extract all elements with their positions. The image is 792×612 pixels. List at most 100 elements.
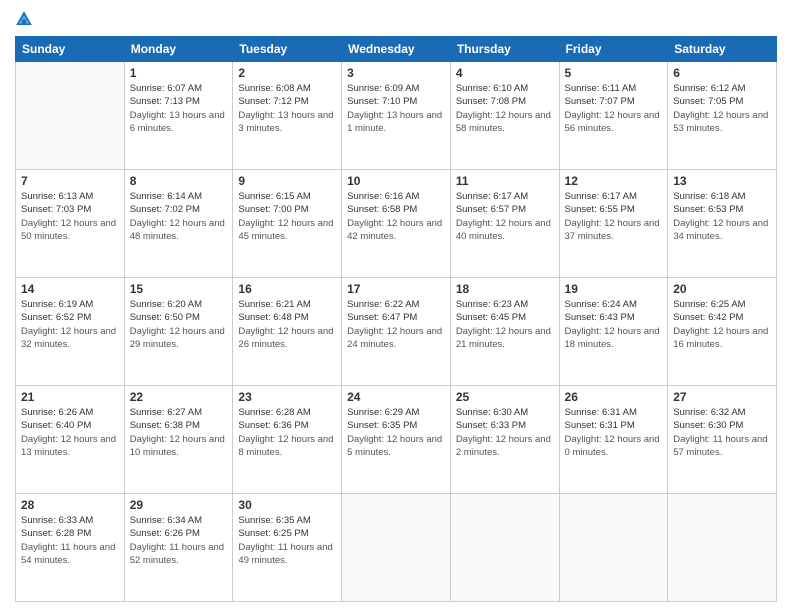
daylight: Daylight: 12 hours and 18 minutes. — [565, 326, 660, 350]
day-info: Sunrise: 6:25 AM Sunset: 6:42 PM Dayligh… — [673, 298, 771, 351]
day-number: 6 — [673, 66, 771, 80]
daylight: Daylight: 11 hours and 49 minutes. — [238, 542, 332, 566]
day-number: 1 — [130, 66, 228, 80]
daylight: Daylight: 12 hours and 29 minutes. — [130, 326, 225, 350]
day-cell: 18 Sunrise: 6:23 AM Sunset: 6:45 PM Dayl… — [450, 278, 559, 386]
header-row: SundayMondayTuesdayWednesdayThursdayFrid… — [16, 37, 777, 62]
day-cell: 23 Sunrise: 6:28 AM Sunset: 6:36 PM Dayl… — [233, 386, 342, 494]
day-info: Sunrise: 6:20 AM Sunset: 6:50 PM Dayligh… — [130, 298, 228, 351]
day-cell: 15 Sunrise: 6:20 AM Sunset: 6:50 PM Dayl… — [124, 278, 233, 386]
day-header: Saturday — [668, 37, 777, 62]
day-cell: 28 Sunrise: 6:33 AM Sunset: 6:28 PM Dayl… — [16, 494, 125, 602]
day-info: Sunrise: 6:34 AM Sunset: 6:26 PM Dayligh… — [130, 514, 228, 567]
day-info: Sunrise: 6:18 AM Sunset: 6:53 PM Dayligh… — [673, 190, 771, 243]
day-cell: 29 Sunrise: 6:34 AM Sunset: 6:26 PM Dayl… — [124, 494, 233, 602]
day-number: 12 — [565, 174, 663, 188]
sunrise: Sunrise: 6:09 AM — [347, 83, 419, 94]
day-header: Tuesday — [233, 37, 342, 62]
sunrise: Sunrise: 6:11 AM — [565, 83, 637, 94]
day-info: Sunrise: 6:24 AM Sunset: 6:43 PM Dayligh… — [565, 298, 663, 351]
day-number: 27 — [673, 390, 771, 404]
daylight: Daylight: 12 hours and 58 minutes. — [456, 110, 551, 134]
sunset: Sunset: 6:40 PM — [21, 420, 91, 431]
daylight: Daylight: 12 hours and 0 minutes. — [565, 434, 660, 458]
day-cell: 3 Sunrise: 6:09 AM Sunset: 7:10 PM Dayli… — [342, 62, 451, 170]
daylight: Daylight: 12 hours and 2 minutes. — [456, 434, 551, 458]
day-info: Sunrise: 6:13 AM Sunset: 7:03 PM Dayligh… — [21, 190, 119, 243]
day-info: Sunrise: 6:12 AM Sunset: 7:05 PM Dayligh… — [673, 82, 771, 135]
day-header: Sunday — [16, 37, 125, 62]
daylight: Daylight: 13 hours and 1 minute. — [347, 110, 442, 134]
sunset: Sunset: 6:33 PM — [456, 420, 526, 431]
day-number: 3 — [347, 66, 445, 80]
sunrise: Sunrise: 6:32 AM — [673, 407, 745, 418]
sunrise: Sunrise: 6:13 AM — [21, 191, 93, 202]
sunset: Sunset: 6:42 PM — [673, 312, 743, 323]
daylight: Daylight: 12 hours and 50 minutes. — [21, 218, 116, 242]
sunrise: Sunrise: 6:21 AM — [238, 299, 310, 310]
sunset: Sunset: 6:58 PM — [347, 204, 417, 215]
day-info: Sunrise: 6:26 AM Sunset: 6:40 PM Dayligh… — [21, 406, 119, 459]
day-header: Wednesday — [342, 37, 451, 62]
sunrise: Sunrise: 6:24 AM — [565, 299, 637, 310]
sunrise: Sunrise: 6:22 AM — [347, 299, 419, 310]
day-info: Sunrise: 6:14 AM Sunset: 7:02 PM Dayligh… — [130, 190, 228, 243]
day-number: 9 — [238, 174, 336, 188]
day-header: Friday — [559, 37, 668, 62]
daylight: Daylight: 12 hours and 40 minutes. — [456, 218, 551, 242]
sunrise: Sunrise: 6:31 AM — [565, 407, 637, 418]
day-info: Sunrise: 6:08 AM Sunset: 7:12 PM Dayligh… — [238, 82, 336, 135]
day-cell: 1 Sunrise: 6:07 AM Sunset: 7:13 PM Dayli… — [124, 62, 233, 170]
day-number: 7 — [21, 174, 119, 188]
day-number: 19 — [565, 282, 663, 296]
logo — [15, 10, 37, 28]
sunrise: Sunrise: 6:27 AM — [130, 407, 202, 418]
day-info: Sunrise: 6:17 AM Sunset: 6:55 PM Dayligh… — [565, 190, 663, 243]
day-number: 24 — [347, 390, 445, 404]
day-number: 10 — [347, 174, 445, 188]
sunrise: Sunrise: 6:08 AM — [238, 83, 310, 94]
day-info: Sunrise: 6:15 AM Sunset: 7:00 PM Dayligh… — [238, 190, 336, 243]
sunset: Sunset: 7:05 PM — [673, 96, 743, 107]
daylight: Daylight: 12 hours and 10 minutes. — [130, 434, 225, 458]
day-cell: 10 Sunrise: 6:16 AM Sunset: 6:58 PM Dayl… — [342, 170, 451, 278]
day-cell: 2 Sunrise: 6:08 AM Sunset: 7:12 PM Dayli… — [233, 62, 342, 170]
day-cell: 6 Sunrise: 6:12 AM Sunset: 7:05 PM Dayli… — [668, 62, 777, 170]
day-info: Sunrise: 6:29 AM Sunset: 6:35 PM Dayligh… — [347, 406, 445, 459]
day-number: 30 — [238, 498, 336, 512]
daylight: Daylight: 12 hours and 13 minutes. — [21, 434, 116, 458]
logo-icon — [15, 10, 33, 28]
day-info: Sunrise: 6:19 AM Sunset: 6:52 PM Dayligh… — [21, 298, 119, 351]
day-info: Sunrise: 6:09 AM Sunset: 7:10 PM Dayligh… — [347, 82, 445, 135]
daylight: Daylight: 11 hours and 57 minutes. — [673, 434, 767, 458]
sunset: Sunset: 6:53 PM — [673, 204, 743, 215]
day-info: Sunrise: 6:30 AM Sunset: 6:33 PM Dayligh… — [456, 406, 554, 459]
day-cell: 14 Sunrise: 6:19 AM Sunset: 6:52 PM Dayl… — [16, 278, 125, 386]
header — [15, 10, 777, 28]
sunrise: Sunrise: 6:34 AM — [130, 515, 202, 526]
day-number: 15 — [130, 282, 228, 296]
day-info: Sunrise: 6:27 AM Sunset: 6:38 PM Dayligh… — [130, 406, 228, 459]
day-info: Sunrise: 6:22 AM Sunset: 6:47 PM Dayligh… — [347, 298, 445, 351]
sunset: Sunset: 6:55 PM — [565, 204, 635, 215]
sunset: Sunset: 6:30 PM — [673, 420, 743, 431]
daylight: Daylight: 12 hours and 53 minutes. — [673, 110, 768, 134]
sunset: Sunset: 6:38 PM — [130, 420, 200, 431]
day-number: 11 — [456, 174, 554, 188]
day-cell: 22 Sunrise: 6:27 AM Sunset: 6:38 PM Dayl… — [124, 386, 233, 494]
day-number: 8 — [130, 174, 228, 188]
day-info: Sunrise: 6:31 AM Sunset: 6:31 PM Dayligh… — [565, 406, 663, 459]
day-cell: 4 Sunrise: 6:10 AM Sunset: 7:08 PM Dayli… — [450, 62, 559, 170]
day-cell: 30 Sunrise: 6:35 AM Sunset: 6:25 PM Dayl… — [233, 494, 342, 602]
sunset: Sunset: 7:10 PM — [347, 96, 417, 107]
day-info: Sunrise: 6:23 AM Sunset: 6:45 PM Dayligh… — [456, 298, 554, 351]
daylight: Daylight: 12 hours and 8 minutes. — [238, 434, 333, 458]
daylight: Daylight: 11 hours and 52 minutes. — [130, 542, 224, 566]
daylight: Daylight: 12 hours and 42 minutes. — [347, 218, 442, 242]
daylight: Daylight: 13 hours and 6 minutes. — [130, 110, 225, 134]
sunset: Sunset: 6:45 PM — [456, 312, 526, 323]
week-row: 7 Sunrise: 6:13 AM Sunset: 7:03 PM Dayli… — [16, 170, 777, 278]
day-number: 22 — [130, 390, 228, 404]
day-number: 14 — [21, 282, 119, 296]
daylight: Daylight: 11 hours and 54 minutes. — [21, 542, 115, 566]
